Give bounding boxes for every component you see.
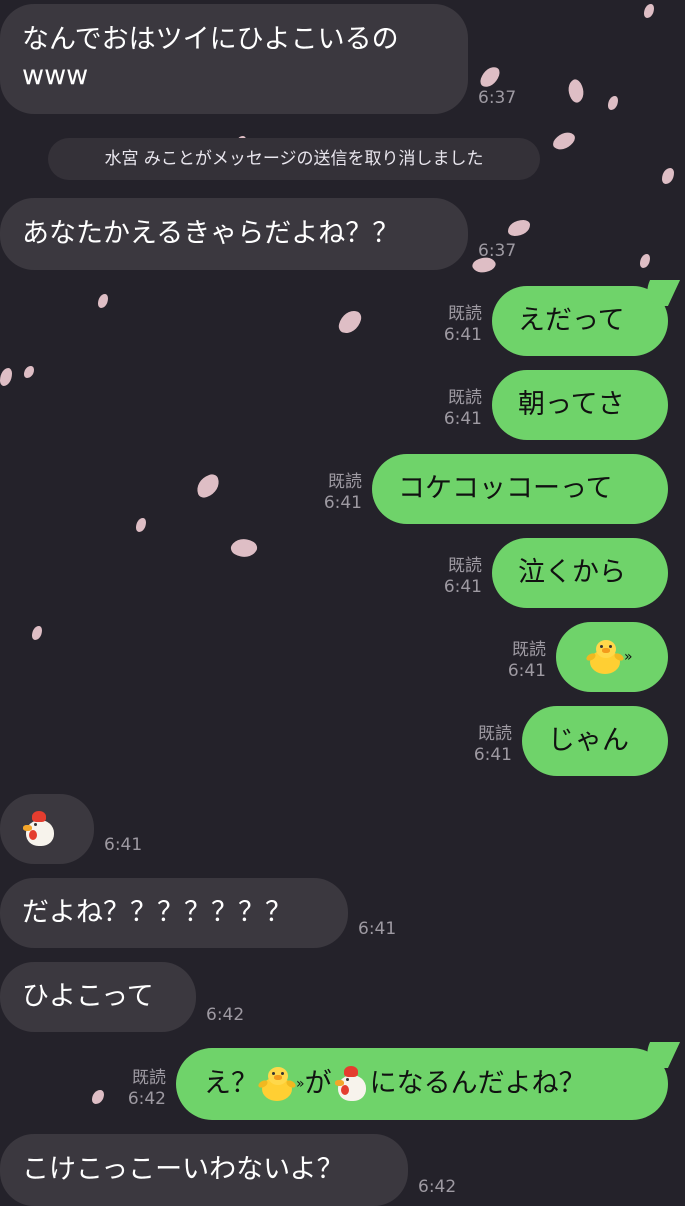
read-label: 既読	[328, 472, 362, 492]
message-time: 6:37	[478, 88, 517, 108]
message-text: こけこっこーいわないよ？	[22, 1154, 344, 1185]
petal-icon	[337, 307, 363, 337]
message-time: 6:41	[473, 745, 512, 765]
petal-icon	[193, 472, 223, 500]
chat-view[interactable]: なんでおはツイにひよこいるの www 6:37 水宮 みことがメッセージの送信を…	[0, 0, 685, 1206]
read-label: 既読	[478, 724, 512, 744]
message-text: www	[22, 60, 89, 91]
message-time: 6:42	[127, 1089, 166, 1109]
message-text: コケコッコーって	[398, 473, 613, 504]
message-text: なんでおはツイにひよこいるの	[22, 24, 399, 55]
message-time: 6:41	[104, 835, 143, 855]
read-label: 既読	[132, 1068, 166, 1088]
incoming-message-bubble[interactable]: ひよこって	[0, 962, 196, 1032]
message-text: あなたかえるきゃらだよね？？	[22, 218, 400, 249]
rooster-icon	[20, 810, 58, 848]
incoming-message-bubble[interactable]: こけこっこーいわないよ？	[0, 1134, 408, 1206]
message-text: になるんだよね？	[369, 1068, 586, 1099]
message-time: 6:42	[418, 1177, 457, 1197]
message-text: え？	[204, 1068, 258, 1099]
read-receipt: 既読 6:41	[430, 388, 482, 430]
message-text: が	[304, 1068, 332, 1099]
baby-chick-icon	[585, 638, 625, 676]
petal-icon	[0, 368, 12, 386]
petal-icon	[640, 254, 650, 268]
outgoing-message-bubble[interactable]: コケコッコーって	[372, 454, 668, 524]
read-label: 既読	[448, 388, 482, 408]
read-receipt: 既読 6:41	[494, 640, 546, 682]
message-text: えだって	[518, 305, 625, 336]
incoming-message-bubble[interactable]: なんでおはツイにひよこいるの www	[0, 4, 468, 114]
rooster-icon	[332, 1065, 370, 1103]
message-text: »	[624, 649, 633, 665]
petal-icon	[662, 168, 674, 184]
petal-icon	[508, 220, 530, 236]
petal-icon	[98, 294, 108, 308]
message-text: 泣くから	[518, 557, 626, 588]
read-label: 既読	[448, 556, 482, 576]
baby-chick-icon	[257, 1065, 297, 1103]
petal-icon	[563, 77, 589, 105]
message-time: 6:41	[507, 661, 546, 681]
message-time: 6:37	[478, 241, 517, 261]
petal-icon	[478, 63, 502, 91]
incoming-message-bubble[interactable]: だよね？？？？？？？	[0, 878, 348, 948]
message-time: 6:41	[443, 325, 482, 345]
read-receipt: 既読 6:41	[460, 724, 512, 766]
petal-icon	[92, 1090, 104, 1104]
incoming-message-bubble[interactable]: あなたかえるきゃらだよね？？	[0, 198, 468, 270]
incoming-emoji-bubble[interactable]	[0, 794, 94, 864]
message-text: »	[296, 1076, 305, 1092]
message-text: だよね？？？？？？？	[22, 897, 292, 928]
petal-icon	[24, 366, 34, 378]
read-receipt: 既読 6:42	[114, 1068, 166, 1110]
outgoing-message-bubble[interactable]: えだって	[492, 280, 681, 356]
read-receipt: 既読 6:41	[430, 556, 482, 598]
petal-icon	[228, 533, 260, 563]
message-time: 6:41	[443, 409, 482, 429]
petal-icon	[32, 626, 42, 640]
outgoing-message-bubble[interactable]: 朝ってさ	[492, 370, 668, 440]
read-receipt: 既読 6:41	[430, 304, 482, 346]
outgoing-message-bubble[interactable]: え？ » が になるんだよね？	[176, 1042, 681, 1120]
read-label: 既読	[448, 304, 482, 324]
outgoing-message-bubble[interactable]: じゃん	[522, 706, 668, 776]
message-time: 6:42	[206, 1005, 245, 1025]
petal-icon	[644, 4, 654, 18]
petal-icon	[608, 96, 618, 110]
petal-icon	[550, 127, 578, 155]
system-notice: 水宮 みことがメッセージの送信を取り消しました	[48, 138, 540, 180]
outgoing-message-bubble[interactable]: 泣くから	[492, 538, 668, 608]
read-label: 既読	[512, 640, 546, 660]
petal-icon	[136, 518, 146, 532]
read-receipt: 既読 6:41	[310, 472, 362, 514]
message-text: 朝ってさ	[518, 389, 625, 420]
message-text: ひよこって	[22, 981, 154, 1012]
message-time: 6:41	[358, 919, 397, 939]
message-text: じゃん	[548, 725, 629, 756]
message-time: 6:41	[443, 577, 482, 597]
outgoing-emoji-bubble[interactable]: »	[556, 622, 668, 692]
message-time: 6:41	[323, 493, 362, 513]
